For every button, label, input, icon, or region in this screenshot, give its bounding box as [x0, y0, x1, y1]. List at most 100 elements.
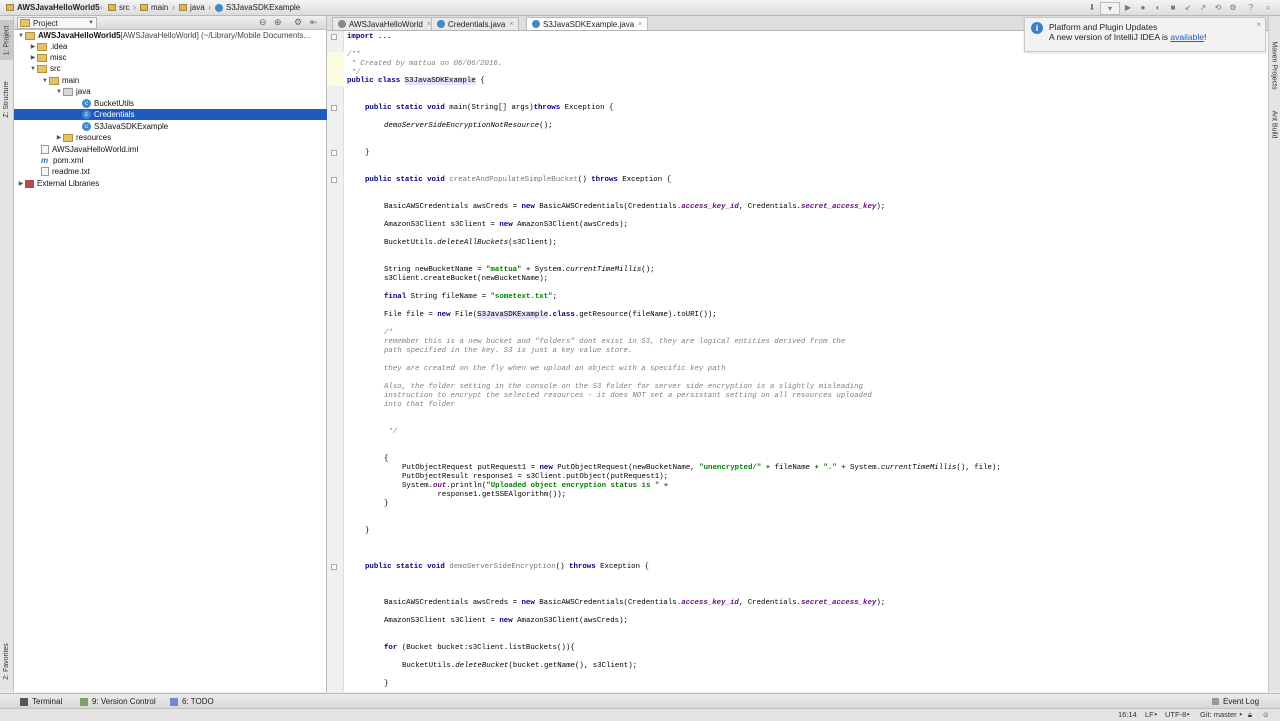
update-notification[interactable]: i Platform and Plugin Updates A new vers…	[1024, 17, 1266, 52]
code-line: BasicAWSCredentials awsCreds = new Basic…	[384, 599, 886, 607]
lock-icon[interactable]: 🔒︎	[1248, 710, 1252, 720]
chevron-down-icon: ▼	[88, 20, 94, 26]
gear-icon[interactable]: ⚙	[294, 17, 302, 28]
settings-icon[interactable]: ⚙	[1227, 2, 1239, 13]
history-icon[interactable]: ⟲	[1212, 2, 1224, 13]
tree-item-external-libraries[interactable]: ▶ External Libraries	[14, 178, 329, 189]
tree-item-pom[interactable]: m pom.xml	[14, 155, 353, 166]
tree-item-misc[interactable]: ▶ misc	[14, 52, 341, 63]
coverage-icon[interactable]: ◐	[1152, 2, 1164, 13]
tab-credentials[interactable]: Credentials.java ×	[431, 17, 520, 30]
breadcrumb-main[interactable]: main	[140, 2, 168, 13]
scroll-from-source-icon[interactable]: ⊕	[274, 17, 282, 28]
code-line: }	[384, 680, 389, 688]
available-link[interactable]: available	[1170, 32, 1204, 42]
file-encoding[interactable]: UTF-8‣	[1165, 710, 1191, 719]
code-line: s3Client.createBucket(newBucketName);	[384, 275, 549, 283]
fold-icon[interactable]	[331, 177, 337, 183]
project-tool-tab[interactable]: 1: Project	[0, 20, 13, 60]
maven-icon: m	[41, 156, 49, 165]
fold-icon[interactable]	[331, 564, 337, 570]
chevron-right-icon[interactable]: ▶	[17, 180, 25, 187]
line-separator[interactable]: LF‣	[1145, 710, 1158, 719]
chevron-right-icon[interactable]: ▶	[29, 43, 37, 50]
right-tool-strip: Maven Projects Ant Build	[1268, 16, 1280, 692]
chevron-down-icon[interactable]: ▼	[17, 33, 25, 39]
tab-s3javasdkexample[interactable]: S3JavaSDKExample.java ×	[526, 17, 649, 30]
hide-icon[interactable]: ⇤	[310, 17, 318, 28]
tree-item-idea[interactable]: ▶ .idea	[14, 41, 341, 52]
git-branch[interactable]: Git: master ‣	[1200, 710, 1243, 719]
breadcrumb-separator: ›	[133, 2, 136, 12]
search-icon[interactable]: ⌕	[1262, 2, 1274, 13]
todo-tool-button[interactable]: 6: TODO	[170, 696, 214, 707]
close-icon[interactable]: ×	[1256, 20, 1261, 29]
tree-item-readme[interactable]: readme.txt	[14, 166, 353, 177]
code-line: import ...	[347, 33, 392, 41]
code-line: {	[384, 455, 389, 463]
debug-icon[interactable]: ●	[1137, 2, 1149, 13]
code-line: * Created by mattua on 06/06/2016.	[347, 60, 503, 68]
breadcrumb-java[interactable]: java	[179, 2, 205, 13]
tree-item-main[interactable]: ▼ main	[14, 75, 353, 86]
code-editor[interactable]: import ... /** * Created by mattua on 06…	[344, 31, 1268, 692]
close-icon[interactable]: ×	[638, 21, 642, 28]
tree-item-src[interactable]: ▼ src	[14, 63, 341, 74]
code-line: /*	[384, 329, 393, 337]
chevron-right-icon[interactable]: ▶	[29, 54, 37, 61]
run-icon[interactable]: ▶	[1122, 2, 1134, 13]
caret-position[interactable]: 16:14	[1118, 710, 1137, 719]
breadcrumb-separator: ›	[208, 2, 211, 12]
folder-icon	[37, 64, 47, 73]
vcs-update-icon[interactable]: ↙	[1182, 2, 1194, 13]
collapse-all-icon[interactable]: ⊖	[259, 17, 267, 28]
code-line: String newBucketName = "mattua" + System…	[384, 266, 655, 274]
folder-icon	[37, 53, 47, 62]
version-control-tool-button[interactable]: 9: Version Control	[80, 696, 156, 707]
code-line: public static void demoServerSideEncrypt…	[365, 563, 649, 571]
chevron-down-icon[interactable]: ▼	[29, 66, 37, 72]
breadcrumb-src[interactable]: src	[108, 2, 130, 13]
inspector-icon[interactable]: ☺︎	[1262, 710, 1270, 719]
help-icon[interactable]: ?	[1245, 2, 1257, 13]
module-icon	[338, 20, 346, 28]
code-line: for (Bucket bucket:s3Client.listBuckets(…	[384, 644, 575, 652]
tree-item-root[interactable]: ▼ AWSJavaHelloWorld5 [AWSJavaHelloWorld] …	[14, 30, 329, 41]
close-icon[interactable]: ×	[509, 21, 513, 28]
favorites-tool-tab[interactable]: 2: Favorites	[0, 636, 13, 686]
version-control-icon	[80, 697, 88, 706]
tab-awsjavahelloworld[interactable]: AWSJavaHelloWorld ×	[332, 17, 437, 30]
terminal-icon	[20, 697, 28, 706]
chevron-right-icon[interactable]: ▶	[55, 134, 63, 141]
terminal-tool-button[interactable]: Terminal	[20, 696, 62, 707]
code-line: path specified in the key. S3 is just a …	[384, 347, 633, 355]
bottom-tool-bar: Terminal 9: Version Control 6: TODO Even…	[0, 693, 1280, 708]
breadcrumb-class[interactable]: S3JavaSDKExample	[215, 2, 300, 13]
class-icon: c	[82, 110, 91, 119]
tree-item-resources[interactable]: ▶ resources	[14, 132, 367, 143]
maven-projects-tool-tab[interactable]: Maven Projects	[1268, 30, 1280, 100]
project-view-selector[interactable]: Project ▼	[17, 17, 97, 29]
stop-icon[interactable]: ■	[1167, 2, 1179, 13]
class-icon	[437, 20, 445, 28]
tree-item-iml[interactable]: AWSJavaHelloWorld.iml	[14, 144, 353, 155]
folder-icon	[20, 19, 30, 27]
run-config-dropdown[interactable]: ▾	[1100, 2, 1120, 15]
notification-title: Platform and Plugin Updates	[1049, 22, 1158, 32]
chevron-down-icon[interactable]: ▼	[41, 78, 49, 84]
vcs-commit-icon[interactable]: ↗	[1197, 2, 1209, 13]
build-icon[interactable]: ⬇	[1086, 2, 1098, 13]
breadcrumb-project[interactable]: AWSJavaHelloWorld5	[6, 2, 100, 13]
tree-item-java[interactable]: ▼ java	[14, 86, 367, 97]
event-log-button[interactable]: Event Log	[1212, 696, 1259, 707]
fold-icon[interactable]	[331, 34, 337, 40]
code-line: instruction to encrypt the selected reso…	[384, 392, 872, 400]
fold-icon[interactable]	[331, 105, 337, 111]
ant-build-tool-tab[interactable]: Ant Build	[1268, 104, 1280, 144]
structure-tool-tab[interactable]: Z: Structure	[0, 74, 13, 124]
notification-message: A new version of IntelliJ IDEA is availa…	[1049, 32, 1207, 42]
package-folder-icon	[63, 87, 73, 96]
editor-gutter[interactable]	[327, 31, 344, 692]
fold-icon[interactable]	[331, 150, 337, 156]
chevron-down-icon[interactable]: ▼	[55, 89, 63, 95]
